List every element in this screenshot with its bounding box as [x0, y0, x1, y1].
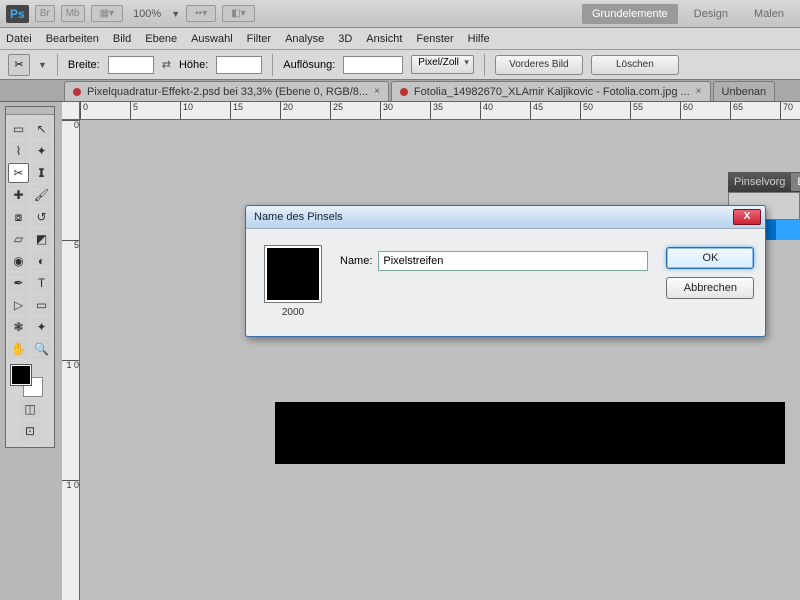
clear-button[interactable]: Löschen	[591, 55, 679, 75]
view-icon-1[interactable]: ▪▪▾	[186, 5, 216, 22]
name-label: Name:	[340, 255, 372, 267]
brush-name-dialog: Name des Pinsels X 2000 Name: OK Abbrech…	[245, 205, 766, 337]
minibridge-chip[interactable]: Mb	[61, 5, 85, 22]
type-tool-icon[interactable]: T	[31, 273, 52, 293]
eraser-tool-icon[interactable]: ▱	[8, 229, 29, 249]
view-icon-2[interactable]: ◧▾	[222, 5, 254, 22]
panel-tab-ebenen[interactable]: Eb	[791, 173, 800, 191]
lasso-tool-icon[interactable]: ⌇	[8, 141, 29, 161]
shape-tool-icon[interactable]: ▭	[31, 295, 52, 315]
options-bar: ✂ ▼ Breite: ⇄ Höhe: Auflösung: Pixel/Zol…	[0, 50, 800, 80]
application-topbar: Ps Br Mb ▦▾ 100% ▼ ▪▪▾ ◧▾ Grundelemente …	[0, 0, 800, 28]
document-tab[interactable]: Pixelquadratur-Effekt-2.psd bei 33,3% (E…	[64, 81, 389, 101]
workspace-tab-malen[interactable]: Malen	[744, 4, 794, 24]
quickmask-icon[interactable]: ◫	[19, 399, 41, 419]
document-tab[interactable]: Fotolia_14982670_XLAmir Kaljikovic - Fot…	[391, 81, 711, 101]
history-brush-icon[interactable]: ↺	[31, 207, 52, 227]
cancel-button[interactable]: Abbrechen	[666, 277, 754, 299]
dirty-indicator-icon	[400, 88, 408, 96]
3d-tool-icon[interactable]: ❃	[8, 317, 29, 337]
swap-icon[interactable]: ⇄	[162, 58, 171, 71]
document-tabstrip: Pixelquadratur-Effekt-2.psd bei 33,3% (E…	[0, 80, 800, 102]
zoom-value[interactable]: 100%	[133, 8, 161, 20]
move-tool-icon[interactable]: ▭	[8, 119, 29, 139]
resolution-label: Auflösung:	[283, 59, 335, 71]
heal-tool-icon[interactable]: ✚	[8, 185, 29, 205]
brush-tool-icon[interactable]: 🖌	[31, 185, 52, 205]
canvas[interactable]	[80, 120, 800, 600]
wand-tool-icon[interactable]: ✦	[31, 141, 52, 161]
ruler-horizontal[interactable]: 0510152025303540455055606570	[80, 102, 800, 120]
bridge-chip[interactable]: Br	[35, 5, 55, 22]
width-input[interactable]	[108, 56, 154, 74]
close-tab-icon[interactable]: ×	[696, 86, 702, 97]
brush-size-caption: 2000	[264, 307, 322, 318]
app-logo: Ps	[6, 5, 29, 23]
gradient-tool-icon[interactable]: ◩	[31, 229, 52, 249]
zoom-chevron-icon[interactable]: ▼	[171, 9, 180, 19]
canvas-artwork	[275, 402, 785, 464]
dialog-title: Name des Pinsels	[254, 211, 343, 223]
unit-select[interactable]: Pixel/Zoll	[411, 55, 474, 74]
zoom-tool-icon[interactable]: 🔍	[31, 339, 52, 359]
blur-tool-icon[interactable]: ◉	[8, 251, 29, 271]
menu-filter[interactable]: Filter	[247, 33, 271, 45]
dialog-titlebar[interactable]: Name des Pinsels X	[246, 206, 765, 229]
crop-tool-icon[interactable]: ✂	[8, 163, 29, 183]
dirty-indicator-icon	[73, 88, 81, 96]
menu-ebene[interactable]: Ebene	[145, 33, 177, 45]
workarea: ▭↖ ⌇✦ ✂𝗜 ✚🖌 ⧇↺ ▱◩ ◉◐ ✒T ▷▭ ❃✦ ✋🔍 ◫ ⊡ 051…	[0, 102, 800, 600]
eyedropper-tool-icon[interactable]: 𝗜	[31, 163, 52, 183]
workspace-tab-grundelemente[interactable]: Grundelemente	[582, 4, 678, 24]
foreground-color-swatch[interactable]	[11, 365, 31, 385]
document-tab[interactable]: Unbenan	[713, 81, 776, 101]
document-tab-title: Pixelquadratur-Effekt-2.psd bei 33,3% (E…	[87, 86, 368, 98]
toolbox: ▭↖ ⌇✦ ✂𝗜 ✚🖌 ⧇↺ ▱◩ ◉◐ ✒T ▷▭ ❃✦ ✋🔍 ◫ ⊡	[5, 106, 55, 448]
canvas-zone: 0510152025303540455055606570 051 01 0 Pi…	[62, 102, 800, 600]
ruler-vertical[interactable]: 051 01 0	[62, 120, 80, 600]
menu-bild[interactable]: Bild	[113, 33, 131, 45]
3d-camera-icon[interactable]: ✦	[31, 317, 52, 337]
close-icon[interactable]: X	[733, 209, 761, 225]
menubar: Datei Bearbeiten Bild Ebene Auswahl Filt…	[0, 28, 800, 50]
document-tab-title: Fotolia_14982670_XLAmir Kaljikovic - Fot…	[414, 86, 690, 98]
screenmode-icon[interactable]: ⊡	[19, 421, 41, 441]
hand-tool-icon[interactable]: ✋	[8, 339, 29, 359]
height-label: Höhe:	[179, 59, 208, 71]
document-tab-title: Unbenan	[722, 86, 767, 98]
menu-datei[interactable]: Datei	[6, 33, 32, 45]
layout-icon[interactable]: ▦▾	[91, 5, 123, 22]
menu-analyse[interactable]: Analyse	[285, 33, 324, 45]
ruler-origin[interactable]	[62, 102, 80, 120]
width-label: Breite:	[68, 59, 100, 71]
menu-auswahl[interactable]: Auswahl	[191, 33, 233, 45]
panels-dock: Pinselvorg Eb	[728, 172, 800, 200]
menu-hilfe[interactable]: Hilfe	[468, 33, 490, 45]
panel-tab-pinsel[interactable]: Pinselvorg	[728, 173, 791, 191]
resolution-input[interactable]	[343, 56, 403, 74]
path-select-icon[interactable]: ▷	[8, 295, 29, 315]
menu-3d[interactable]: 3D	[338, 33, 352, 45]
stamp-tool-icon[interactable]: ⧇	[8, 207, 29, 227]
close-tab-icon[interactable]: ×	[374, 86, 380, 97]
menu-fenster[interactable]: Fenster	[416, 33, 453, 45]
brush-thumbnail	[264, 245, 322, 303]
crop-tool-icon[interactable]: ✂	[8, 54, 30, 76]
menu-ansicht[interactable]: Ansicht	[366, 33, 402, 45]
workspace-tab-design[interactable]: Design	[684, 4, 738, 24]
brush-preview: 2000	[264, 245, 322, 318]
name-input[interactable]	[378, 251, 648, 271]
chevron-down-icon[interactable]: ▼	[38, 60, 47, 70]
pen-tool-icon[interactable]: ✒	[8, 273, 29, 293]
height-input[interactable]	[216, 56, 262, 74]
dodge-tool-icon[interactable]: ◐	[31, 251, 52, 271]
marquee-tool-icon[interactable]: ↖	[31, 119, 52, 139]
ok-button[interactable]: OK	[666, 247, 754, 269]
color-swatches[interactable]	[8, 363, 52, 397]
menu-bearbeiten[interactable]: Bearbeiten	[46, 33, 99, 45]
front-image-button[interactable]: Vorderes Bild	[495, 55, 583, 75]
